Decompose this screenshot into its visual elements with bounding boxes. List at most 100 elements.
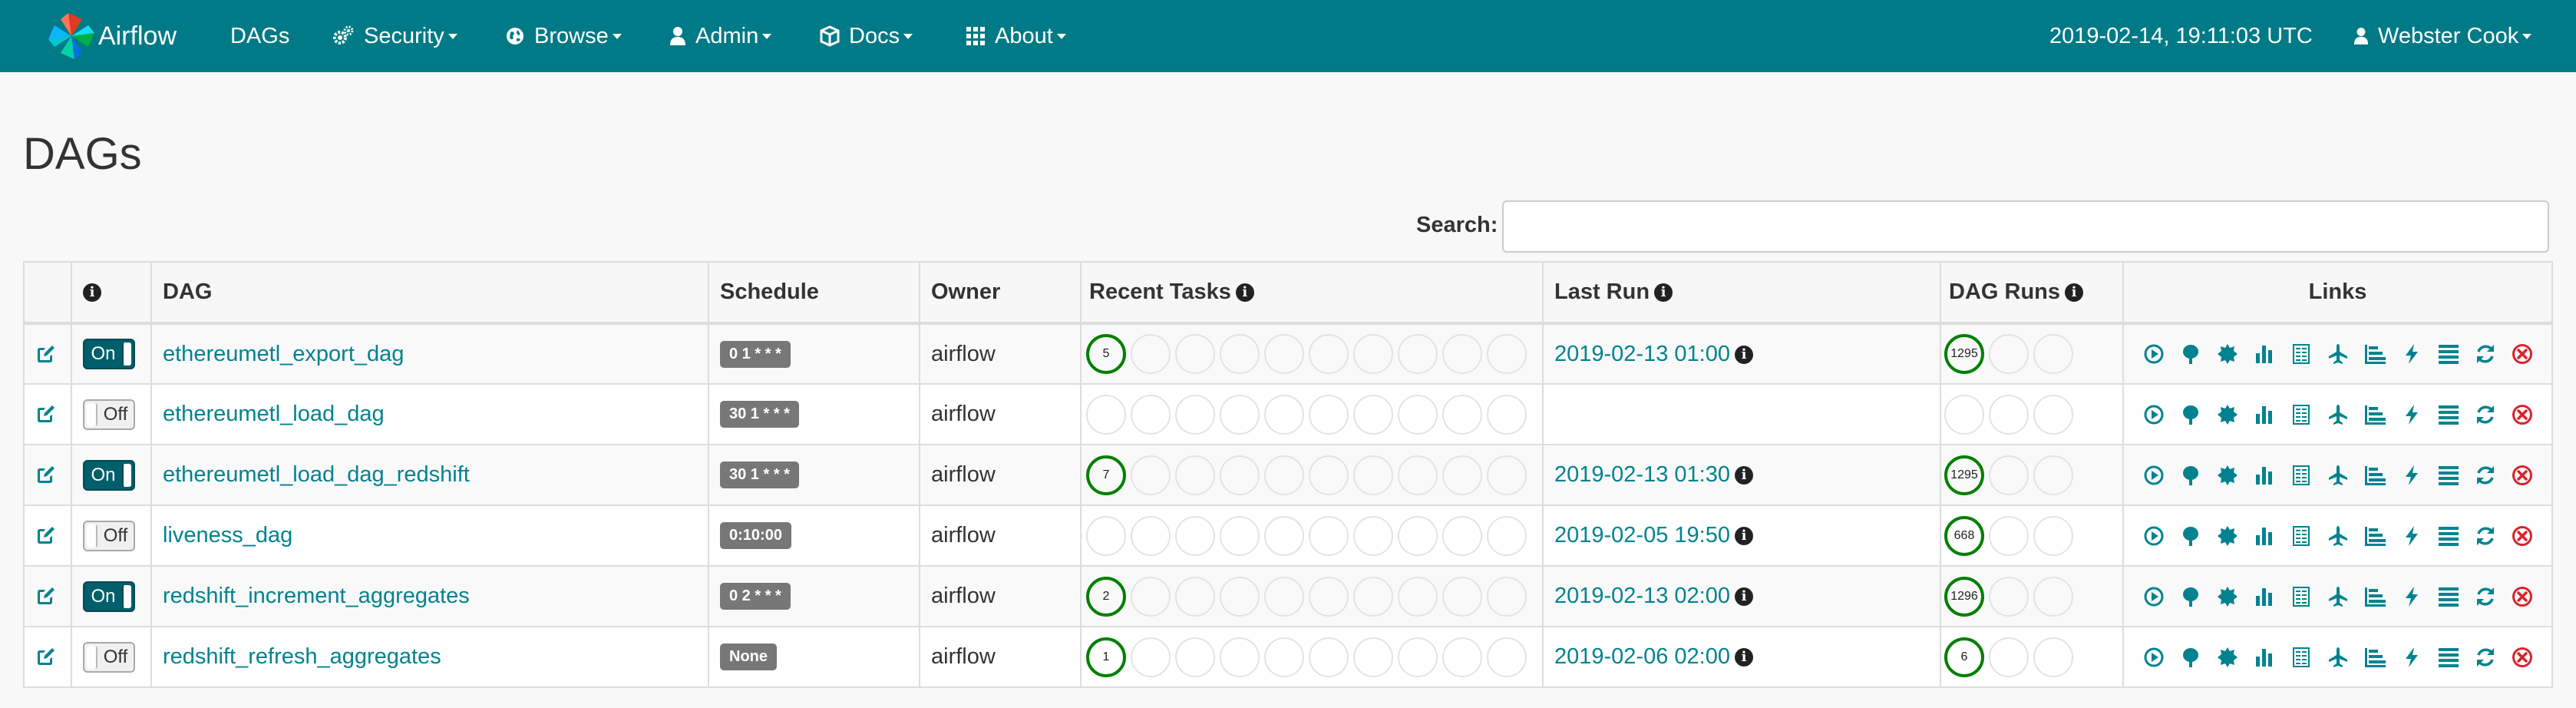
dag-pause-toggle[interactable]: On bbox=[83, 459, 135, 491]
landing-times-icon[interactable] bbox=[2320, 521, 2356, 551]
task-state-empty-circle[interactable] bbox=[1131, 576, 1171, 617]
user-menu[interactable]: Webster Cook bbox=[2353, 0, 2532, 72]
nav-docs[interactable]: Docs bbox=[820, 0, 913, 72]
task-state-empty-circle[interactable] bbox=[1175, 394, 1215, 435]
dag-link[interactable]: ethereumetl_load_dag_redshift bbox=[163, 462, 470, 487]
trigger-dag-icon[interactable] bbox=[2135, 642, 2172, 673]
delete-dag-icon[interactable] bbox=[2504, 521, 2541, 551]
landing-times-icon[interactable] bbox=[2320, 399, 2356, 430]
task-state-empty-circle[interactable] bbox=[1398, 515, 1438, 556]
last-run-link[interactable]: 2019-02-13 01:00 bbox=[1554, 342, 1730, 366]
task-state-empty-circle[interactable] bbox=[1398, 394, 1438, 435]
last-run-link[interactable]: 2019-02-13 02:00 bbox=[1554, 584, 1730, 608]
tree-view-icon[interactable] bbox=[2172, 399, 2209, 430]
search-input[interactable] bbox=[1502, 200, 2549, 253]
task-state-empty-circle[interactable] bbox=[1264, 515, 1304, 556]
dag-link[interactable]: ethereumetl_export_dag bbox=[163, 342, 404, 366]
task-state-empty-circle[interactable] bbox=[1442, 334, 1482, 374]
dag-run-empty-circle[interactable] bbox=[2033, 394, 2073, 435]
task-state-empty-circle[interactable] bbox=[1131, 455, 1171, 495]
task-state-empty-circle[interactable] bbox=[1220, 515, 1260, 556]
edit-icon[interactable] bbox=[34, 646, 57, 669]
info-icon[interactable]: i bbox=[2065, 283, 2083, 303]
tree-view-icon[interactable] bbox=[2172, 581, 2209, 612]
edit-icon[interactable] bbox=[34, 343, 57, 366]
task-state-empty-circle[interactable] bbox=[1487, 394, 1527, 435]
dag-run-success-circle[interactable]: 1296 bbox=[1944, 576, 1984, 617]
gantt-icon[interactable] bbox=[2356, 399, 2393, 430]
task-tries-icon[interactable] bbox=[2283, 339, 2320, 369]
task-state-empty-circle[interactable] bbox=[1487, 576, 1527, 617]
last-run-link[interactable]: 2019-02-13 01:30 bbox=[1554, 462, 1730, 487]
header-dag[interactable]: DAG bbox=[150, 261, 709, 325]
task-state-empty-circle[interactable] bbox=[1353, 455, 1393, 495]
delete-dag-icon[interactable] bbox=[2504, 581, 2541, 612]
task-state-empty-circle[interactable] bbox=[1487, 637, 1527, 677]
task-state-empty-circle[interactable] bbox=[1175, 576, 1215, 617]
task-state-empty-circle[interactable] bbox=[1220, 394, 1260, 435]
tree-view-icon[interactable] bbox=[2172, 460, 2209, 491]
task-state-empty-circle[interactable] bbox=[1309, 576, 1349, 617]
task-state-empty-circle[interactable] bbox=[1309, 637, 1349, 677]
graph-view-icon[interactable] bbox=[2209, 339, 2246, 369]
task-state-empty-circle[interactable] bbox=[1442, 576, 1482, 617]
task-state-empty-circle[interactable] bbox=[1086, 394, 1126, 435]
dag-pause-toggle[interactable]: Off bbox=[83, 399, 135, 430]
gantt-icon[interactable] bbox=[2356, 642, 2393, 673]
task-state-empty-circle[interactable] bbox=[1131, 394, 1171, 435]
dag-pause-toggle[interactable]: Off bbox=[83, 641, 135, 673]
task-duration-icon[interactable] bbox=[2246, 581, 2283, 612]
task-state-empty-circle[interactable] bbox=[1220, 334, 1260, 374]
code-view-icon[interactable] bbox=[2393, 339, 2430, 369]
task-state-empty-circle[interactable] bbox=[1220, 637, 1260, 677]
task-state-empty-circle[interactable] bbox=[1309, 515, 1349, 556]
task-state-success-circle[interactable]: 1 bbox=[1086, 637, 1126, 677]
edit-icon[interactable] bbox=[34, 403, 57, 426]
trigger-dag-icon[interactable] bbox=[2135, 399, 2172, 430]
dag-run-empty-circle[interactable] bbox=[1989, 334, 2029, 374]
task-state-empty-circle[interactable] bbox=[1131, 334, 1171, 374]
task-duration-icon[interactable] bbox=[2246, 339, 2283, 369]
refresh-icon[interactable] bbox=[2467, 460, 2504, 491]
dag-pause-toggle[interactable]: On bbox=[83, 581, 135, 612]
task-tries-icon[interactable] bbox=[2283, 581, 2320, 612]
code-view-icon[interactable] bbox=[2393, 581, 2430, 612]
dag-link[interactable]: liveness_dag bbox=[163, 523, 292, 548]
info-icon[interactable]: i bbox=[1734, 527, 1753, 546]
task-tries-icon[interactable] bbox=[2283, 642, 2320, 673]
task-state-empty-circle[interactable] bbox=[1442, 394, 1482, 435]
nav-about[interactable]: About bbox=[966, 0, 1066, 72]
dag-link[interactable]: ethereumetl_load_dag bbox=[163, 402, 385, 426]
task-state-empty-circle[interactable] bbox=[1264, 394, 1304, 435]
landing-times-icon[interactable] bbox=[2320, 642, 2356, 673]
logs-icon[interactable] bbox=[2430, 339, 2467, 369]
gantt-icon[interactable] bbox=[2356, 460, 2393, 491]
graph-view-icon[interactable] bbox=[2209, 399, 2246, 430]
task-state-empty-circle[interactable] bbox=[1398, 334, 1438, 374]
trigger-dag-icon[interactable] bbox=[2135, 460, 2172, 491]
task-state-empty-circle[interactable] bbox=[1309, 394, 1349, 435]
refresh-icon[interactable] bbox=[2467, 339, 2504, 369]
task-state-success-circle[interactable]: 7 bbox=[1086, 455, 1126, 495]
info-icon[interactable]: i bbox=[1235, 283, 1254, 303]
gantt-icon[interactable] bbox=[2356, 581, 2393, 612]
delete-dag-icon[interactable] bbox=[2504, 399, 2541, 430]
trigger-dag-icon[interactable] bbox=[2135, 339, 2172, 369]
dag-run-empty-circle[interactable] bbox=[2033, 334, 2073, 374]
header-schedule[interactable]: Schedule bbox=[708, 261, 920, 325]
nav-browse[interactable]: Browse bbox=[505, 0, 622, 72]
task-state-empty-circle[interactable] bbox=[1175, 334, 1215, 374]
trigger-dag-icon[interactable] bbox=[2135, 581, 2172, 612]
task-state-empty-circle[interactable] bbox=[1131, 515, 1171, 556]
task-state-empty-circle[interactable] bbox=[1220, 576, 1260, 617]
code-view-icon[interactable] bbox=[2393, 399, 2430, 430]
logs-icon[interactable] bbox=[2430, 399, 2467, 430]
trigger-dag-icon[interactable] bbox=[2135, 521, 2172, 551]
code-view-icon[interactable] bbox=[2393, 521, 2430, 551]
task-state-empty-circle[interactable] bbox=[1175, 515, 1215, 556]
delete-dag-icon[interactable] bbox=[2504, 642, 2541, 673]
info-icon[interactable]: i bbox=[1654, 283, 1673, 303]
task-state-empty-circle[interactable] bbox=[1175, 455, 1215, 495]
task-state-empty-circle[interactable] bbox=[1220, 455, 1260, 495]
header-owner[interactable]: Owner bbox=[919, 261, 1082, 325]
